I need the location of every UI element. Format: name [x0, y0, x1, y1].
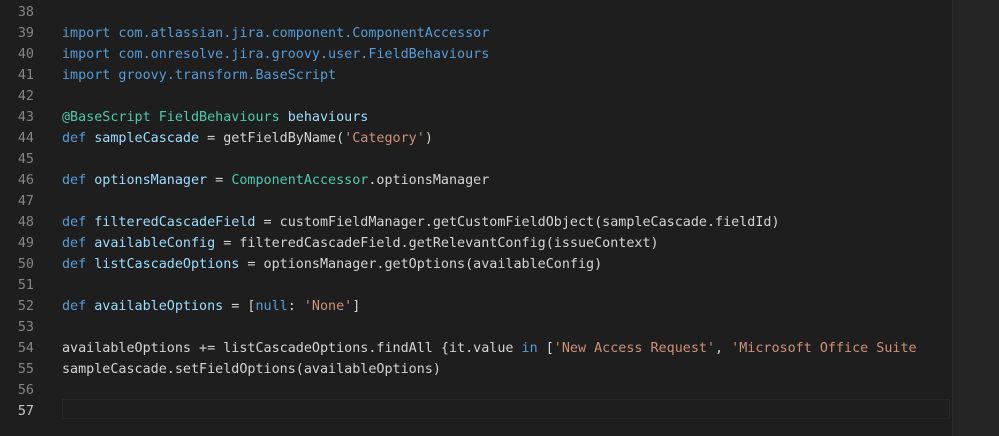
line-number: 57 [17, 404, 34, 419]
code-text-area[interactable]: import com.atlassian.jira.component.Comp… [62, 0, 952, 436]
code-token: def [62, 215, 87, 230]
code-token: [ [537, 341, 554, 356]
line-number: 49 [17, 236, 34, 251]
code-line[interactable]: def sampleCascade = getFieldByName('Cate… [62, 128, 433, 149]
code-line[interactable]: import groovy.transform.BaseScript [62, 65, 336, 86]
code-token: def [62, 299, 87, 314]
line-number: 39 [17, 26, 34, 41]
code-token: ] [352, 299, 361, 314]
code-editor[interactable]: 38 39 40 41 42 43 44 45 46 47 48 49 50 51 52 53 54 55 56 57… [0, 0, 999, 436]
code-token: FieldBehaviours [158, 110, 280, 125]
code-token: sampleCascade.setFieldOptions(availableO… [62, 362, 441, 377]
code-token: 'None' [303, 299, 353, 314]
line-number: 55 [17, 362, 34, 377]
code-line[interactable]: def listCascadeOptions = optionsManager.… [62, 254, 602, 275]
code-token: sampleCascade [94, 131, 200, 146]
line-number: 53 [17, 320, 34, 335]
line-number: 45 [17, 152, 34, 167]
code-line[interactable]: availableOptions += listCascadeOptions.f… [62, 338, 917, 359]
code-line[interactable]: sampleCascade.setFieldOptions(availableO… [62, 359, 441, 380]
code-line[interactable]: def filteredCascadeField = customFieldMa… [62, 212, 780, 233]
code-token: availableOptions += listCascadeOptions.f… [62, 341, 522, 356]
code-token: = getFieldByName( [199, 131, 345, 146]
code-token: in [521, 341, 538, 356]
line-number: 51 [17, 278, 34, 293]
line-number-gutter: 38 39 40 41 42 43 44 45 46 47 48 49 50 51 52 53 54 55 56 57 [0, 0, 50, 436]
code-line[interactable]: @BaseScript FieldBehaviours behaviours [62, 107, 368, 128]
code-token: @BaseScript [62, 110, 151, 125]
code-token: = [ [223, 299, 256, 314]
code-token: import groovy.transform.BaseScript [62, 68, 337, 83]
line-number: 43 [17, 110, 34, 125]
line-number: 41 [17, 68, 34, 83]
code-token: ComponentAccessor [231, 173, 369, 188]
code-token: filteredCascadeField [94, 215, 256, 230]
code-token: import com.onresolve.jira.groovy.user.Fi… [62, 47, 490, 62]
code-token: optionsManager [94, 173, 208, 188]
code-token: ) [424, 131, 433, 146]
code-line[interactable]: def availableOptions = [null: 'None'] [62, 296, 360, 317]
line-number: 48 [17, 215, 34, 230]
code-token: .optionsManager [368, 173, 490, 188]
line-number: 52 [17, 299, 34, 314]
code-token: , [715, 341, 732, 356]
line-number: 56 [17, 383, 34, 398]
code-token: 'New Access Request' [553, 341, 716, 356]
code-line[interactable]: def optionsManager = ComponentAccessor.o… [62, 170, 489, 191]
code-token: 'Category' [344, 131, 425, 146]
line-number: 54 [17, 341, 34, 356]
code-token: : [287, 299, 304, 314]
code-line[interactable]: def availableConfig = filteredCascadeFie… [62, 233, 659, 254]
line-number: 44 [17, 131, 34, 146]
code-token: = [207, 173, 232, 188]
code-line[interactable]: import com.atlassian.jira.component.Comp… [62, 23, 489, 44]
code-token: listCascadeOptions [94, 257, 240, 272]
code-token: def [62, 236, 87, 251]
line-number: 46 [17, 173, 34, 188]
code-line[interactable]: import com.onresolve.jira.groovy.user.Fi… [62, 44, 489, 65]
code-token: def [62, 131, 87, 146]
code-token: = filteredCascadeField.getRelevantConfig… [215, 236, 659, 251]
code-token: = customFieldManager.getCustomFieldObjec… [255, 215, 780, 230]
code-token: def [62, 173, 87, 188]
line-number: 50 [17, 257, 34, 272]
code-token: = optionsManager.getOptions(availableCon… [239, 257, 603, 272]
line-number: 40 [17, 47, 34, 62]
line-number: 42 [17, 89, 34, 104]
code-token: import com.atlassian.jira.component.Comp… [62, 26, 490, 41]
code-token: def [62, 257, 87, 272]
vertical-scrollbar[interactable] [952, 0, 999, 436]
code-token: behaviours [287, 110, 369, 125]
code-token: availableOptions [94, 299, 224, 314]
line-number: 38 [17, 5, 34, 20]
line-number: 47 [17, 194, 34, 209]
code-token: 'Microsoft Office Suite [731, 341, 917, 356]
code-token: availableConfig [94, 236, 216, 251]
code-token: null [255, 299, 288, 314]
